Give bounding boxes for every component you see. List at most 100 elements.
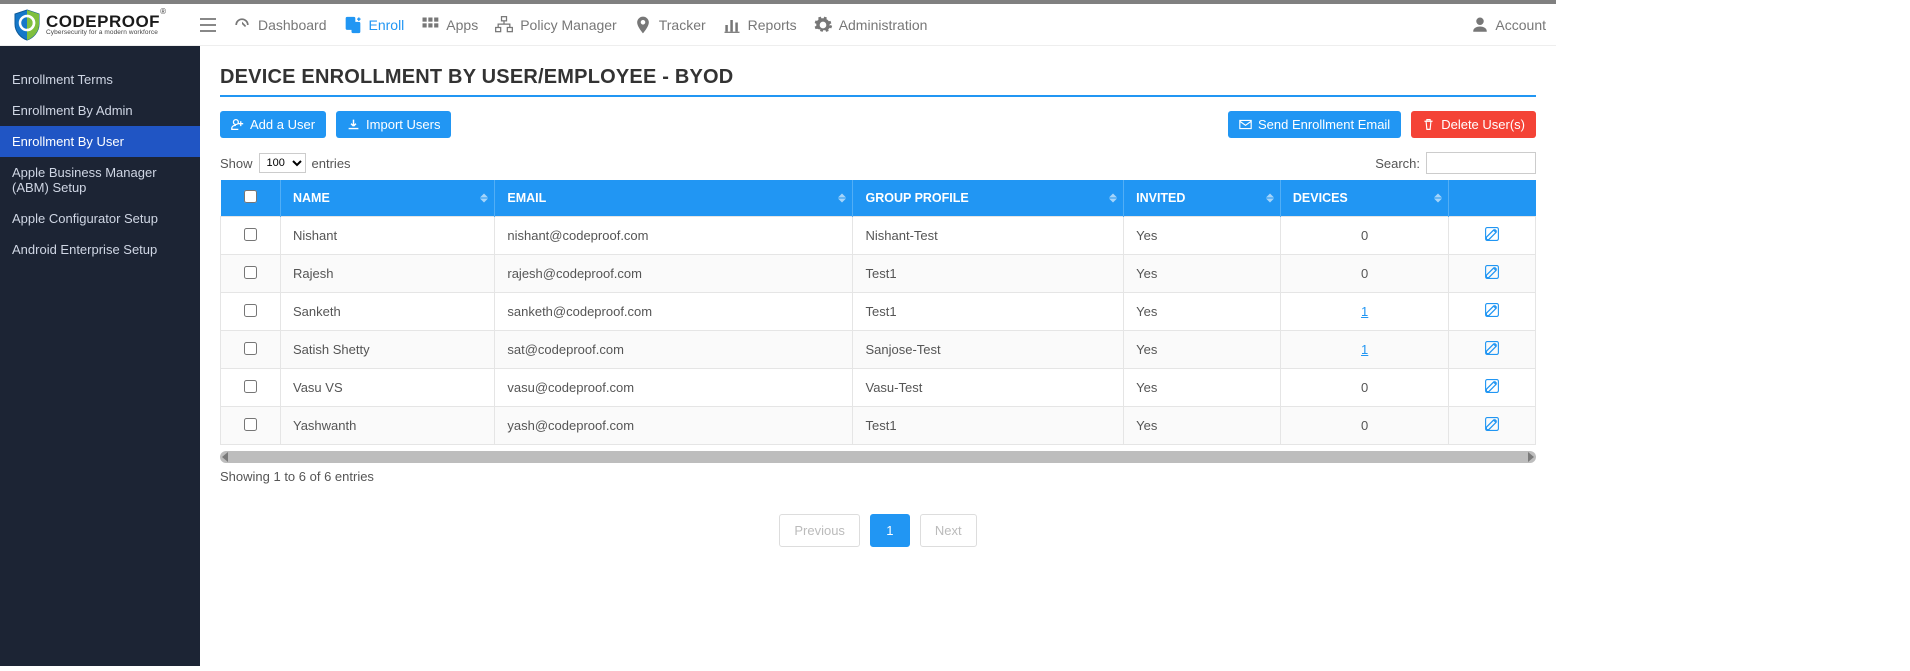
nav-administration[interactable]: Administration — [813, 15, 928, 35]
pin-icon — [633, 15, 653, 35]
table-row: Satish Shettysat@codeproof.comSanjose-Te… — [221, 331, 1536, 369]
show-label-pre: Show — [220, 156, 253, 171]
nav-reports[interactable]: Reports — [722, 15, 797, 35]
gauge-icon — [232, 15, 252, 35]
devices-count: 0 — [1361, 228, 1368, 243]
cell-group: Test1 — [853, 407, 1124, 445]
sidebar: Enrollment TermsEnrollment By AdminEnrol… — [0, 46, 200, 666]
cell-group: Nishant-Test — [853, 217, 1124, 255]
cell-name: Nishant — [281, 217, 495, 255]
nav-policy-manager[interactable]: Policy Manager — [494, 15, 617, 35]
cell-actions — [1449, 331, 1536, 369]
horizontal-scrollbar[interactable] — [220, 451, 1536, 463]
edit-icon[interactable] — [1484, 340, 1500, 356]
send-enrollment-email-button[interactable]: Send Enrollment Email — [1228, 111, 1401, 138]
cell-email: sanketh@codeproof.com — [495, 293, 853, 331]
table-row: Sankethsanketh@codeproof.comTest1Yes 1 — [221, 293, 1536, 331]
brand-logo[interactable]: CODEPROOF® Cybersecurity for a modern wo… — [10, 8, 200, 42]
cell-email: nishant@codeproof.com — [495, 217, 853, 255]
cell-name: Vasu VS — [281, 369, 495, 407]
table-row: Yashwanthyash@codeproof.comTest1Yes0 — [221, 407, 1536, 445]
cell-invited: Yes — [1124, 293, 1281, 331]
row-checkbox[interactable] — [244, 418, 257, 431]
cell-group: Test1 — [853, 293, 1124, 331]
table-row: Nishantnishant@codeproof.comNishant-Test… — [221, 217, 1536, 255]
grid-icon — [420, 15, 440, 35]
nav-tracker[interactable]: Tracker — [633, 15, 706, 35]
cell-invited: Yes — [1124, 255, 1281, 293]
cell-email: rajesh@codeproof.com — [495, 255, 853, 293]
edit-icon[interactable] — [1484, 378, 1500, 394]
delete-users-button[interactable]: Delete User(s) — [1411, 111, 1536, 138]
nav-dashboard[interactable]: Dashboard — [232, 15, 327, 35]
devices-count: 0 — [1361, 380, 1368, 395]
shield-logo-icon — [12, 8, 42, 42]
cell-invited: Yes — [1124, 369, 1281, 407]
mail-icon — [1239, 118, 1252, 131]
sidebar-item[interactable]: Enrollment By Admin — [0, 95, 200, 126]
cell-invited: Yes — [1124, 331, 1281, 369]
cell-group: Vasu-Test — [853, 369, 1124, 407]
row-checkbox[interactable] — [244, 266, 257, 279]
pager-next[interactable]: Next — [920, 514, 977, 547]
user-icon — [1471, 16, 1489, 34]
pager-page-1[interactable]: 1 — [870, 514, 910, 547]
pagination: Previous 1 Next — [220, 514, 1536, 547]
network-icon — [494, 15, 514, 35]
cell-invited: Yes — [1124, 407, 1281, 445]
users-table: Name Email Group Profile Invited Devices… — [220, 180, 1536, 445]
nav-enroll[interactable]: Enroll — [343, 15, 405, 35]
page-title: DEVICE ENROLLMENT BY USER/EMPLOYEE - BYO… — [220, 66, 1536, 97]
cell-actions — [1449, 407, 1536, 445]
pager-prev[interactable]: Previous — [779, 514, 860, 547]
brand-tagline: Cybersecurity for a modern workforce — [46, 30, 166, 37]
brand-tm: ® — [160, 7, 166, 16]
edit-icon[interactable] — [1484, 416, 1500, 432]
row-checkbox[interactable] — [244, 342, 257, 355]
table-row: Vasu VSvasu@codeproof.comVasu-TestYes0 — [221, 369, 1536, 407]
cell-name: Rajesh — [281, 255, 495, 293]
bars-icon — [722, 15, 742, 35]
sidebar-item[interactable]: Apple Business Manager (ABM) Setup — [0, 157, 200, 203]
search-input[interactable] — [1426, 152, 1536, 174]
col-checkbox[interactable] — [221, 180, 281, 217]
add-user-button[interactable]: Add a User — [220, 111, 326, 138]
edit-icon[interactable] — [1484, 264, 1500, 280]
col-name[interactable]: Name — [281, 180, 495, 217]
col-invited[interactable]: Invited — [1124, 180, 1281, 217]
row-checkbox[interactable] — [244, 380, 257, 393]
devices-count: 0 — [1361, 266, 1368, 281]
sidebar-item[interactable]: Apple Configurator Setup — [0, 203, 200, 234]
cell-email: yash@codeproof.com — [495, 407, 853, 445]
sidebar-item[interactable]: Enrollment Terms — [0, 64, 200, 95]
cell-email: sat@codeproof.com — [495, 331, 853, 369]
cell-name: Yashwanth — [281, 407, 495, 445]
edit-icon[interactable] — [1484, 302, 1500, 318]
devices-link[interactable]: 1 — [1361, 304, 1368, 319]
col-email[interactable]: Email — [495, 180, 853, 217]
page-length-select[interactable]: 100 — [259, 153, 306, 173]
col-devices[interactable]: Devices — [1280, 180, 1449, 217]
brand-name: CODEPROOF — [46, 12, 160, 31]
search-label: Search: — [1375, 156, 1420, 171]
cell-group: Sanjose-Test — [853, 331, 1124, 369]
import-users-button[interactable]: Import Users — [336, 111, 451, 138]
cell-actions — [1449, 369, 1536, 407]
cell-name: Satish Shetty — [281, 331, 495, 369]
cell-actions — [1449, 255, 1536, 293]
gear-icon — [813, 15, 833, 35]
select-all-checkbox[interactable] — [244, 190, 257, 203]
nav-apps[interactable]: Apps — [420, 15, 478, 35]
col-group[interactable]: Group Profile — [853, 180, 1124, 217]
row-checkbox[interactable] — [244, 228, 257, 241]
sidebar-item[interactable]: Android Enterprise Setup — [0, 234, 200, 265]
row-checkbox[interactable] — [244, 304, 257, 317]
menu-toggle-icon[interactable] — [200, 18, 216, 32]
cell-actions — [1449, 217, 1536, 255]
col-actions — [1449, 180, 1536, 217]
sidebar-item[interactable]: Enrollment By User — [0, 126, 200, 157]
edit-icon[interactable] — [1484, 226, 1500, 242]
cell-name: Sanketh — [281, 293, 495, 331]
account-menu[interactable]: Account — [1471, 16, 1546, 34]
devices-link[interactable]: 1 — [1361, 342, 1368, 357]
